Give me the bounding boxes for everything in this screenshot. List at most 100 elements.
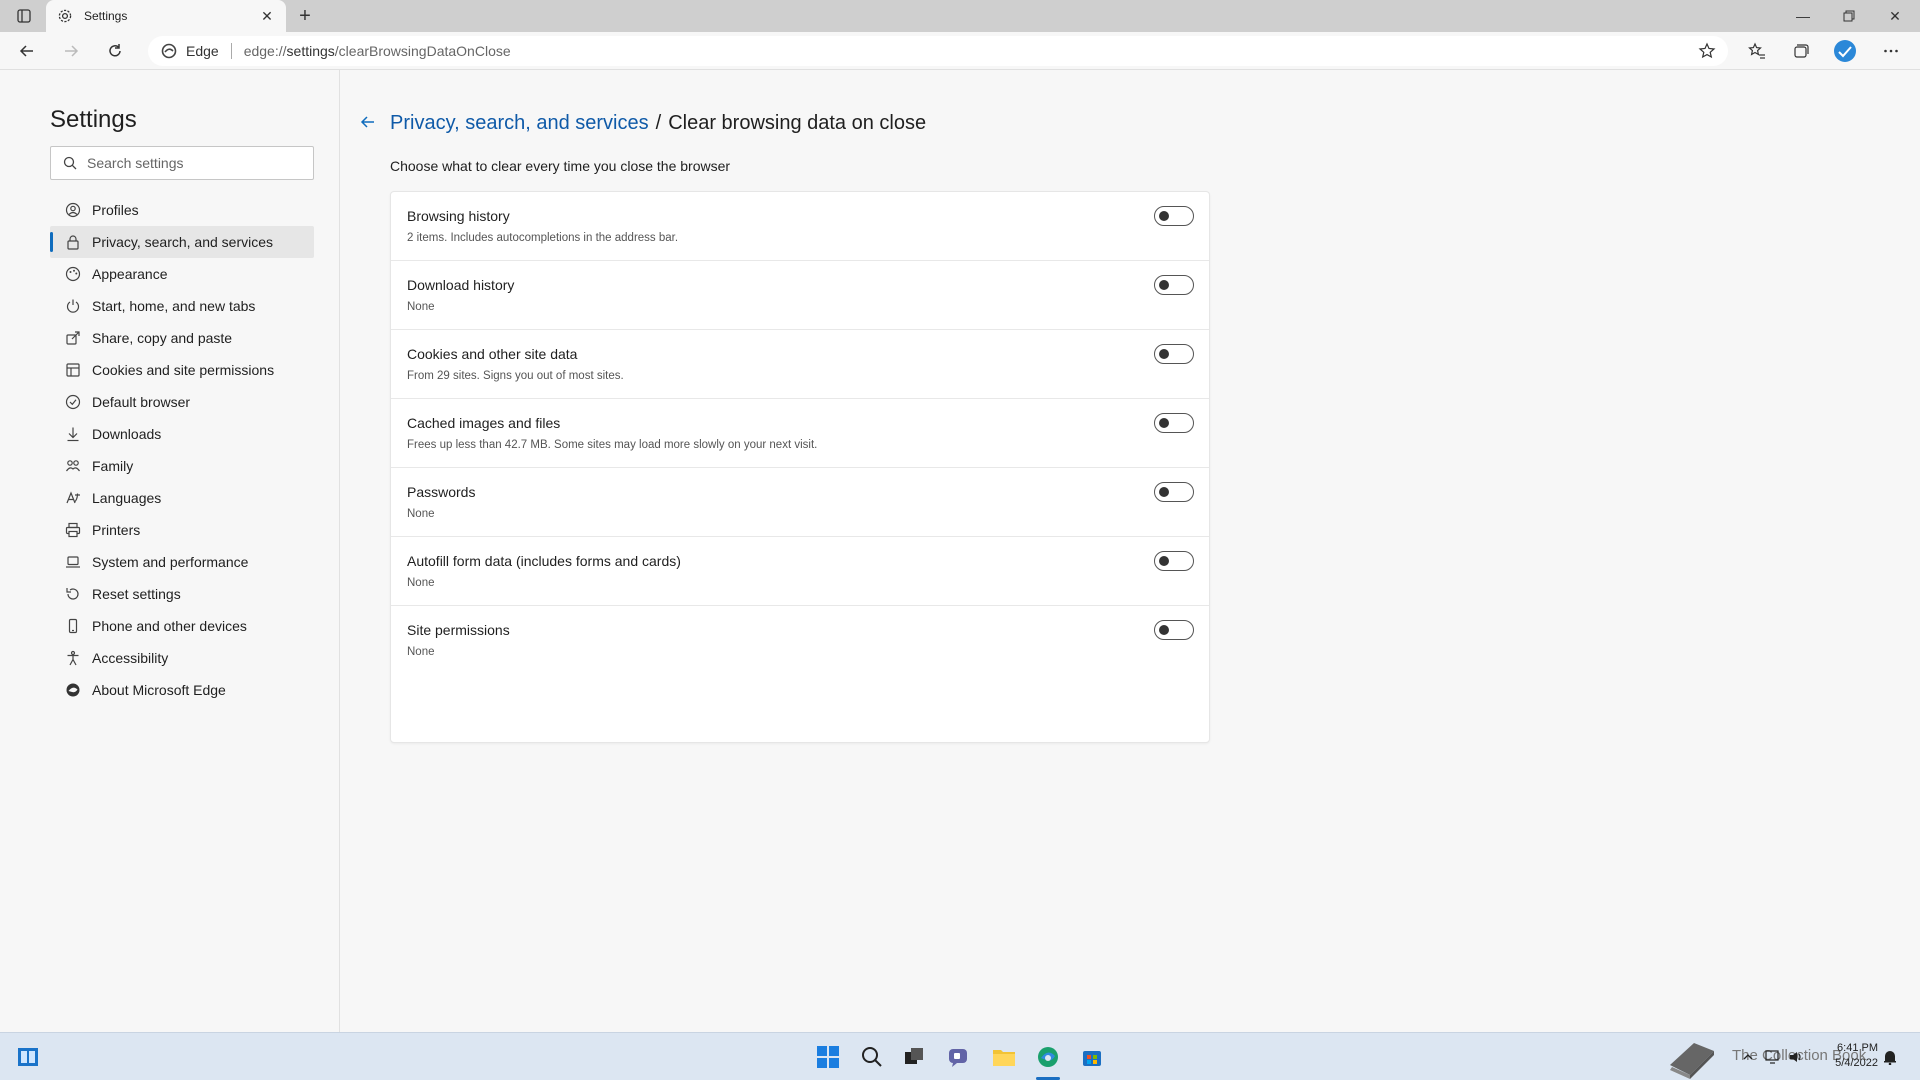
- task-view-button[interactable]: [900, 1043, 928, 1071]
- sidebar-item-label: Accessibility: [92, 650, 169, 666]
- toggle-knob: [1159, 211, 1169, 221]
- store-button[interactable]: [1078, 1043, 1106, 1071]
- notifications-button[interactable]: [1880, 1043, 1900, 1071]
- sidebar-item-label: Downloads: [92, 426, 162, 442]
- clock-date: 5/4/2022: [1835, 1057, 1878, 1069]
- chat-icon: [949, 1049, 967, 1067]
- taskbar-clock[interactable]: 6:41 PM 5/4/2022: [1835, 1041, 1878, 1071]
- start-button[interactable]: [814, 1043, 842, 1071]
- sidebar-item-label: Phone and other devices: [92, 618, 247, 634]
- collections-icon: [1794, 44, 1809, 58]
- sidebar-item-appearance[interactable]: Appearance: [50, 258, 314, 290]
- sidebar-item-accessibility[interactable]: Accessibility: [50, 642, 314, 674]
- sidebar-item-default-browser[interactable]: Default browser: [50, 386, 314, 418]
- sidebar-item-label: Share, copy and paste: [92, 330, 233, 346]
- restore-button[interactable]: [1826, 0, 1872, 32]
- widgets-button[interactable]: [14, 1043, 42, 1071]
- sidebar-item-privacy-search-and-services[interactable]: Privacy, search, and services: [50, 226, 314, 258]
- profile-button[interactable]: [1830, 37, 1860, 65]
- clear-option-row: Browsing history 2 items. Includes autoco…: [391, 192, 1209, 261]
- option-title: Autofill form data (includes forms and c…: [407, 553, 681, 569]
- breadcrumb-separator: /: [655, 112, 662, 134]
- option-toggle[interactable]: [1154, 275, 1194, 295]
- tab-settings[interactable]: Settings ✕: [46, 0, 286, 32]
- favorites-icon: [1748, 42, 1765, 59]
- option-description: Frees up less than 42.7 MB. Some sites m…: [407, 439, 818, 451]
- network-icon[interactable]: [1764, 1043, 1782, 1071]
- option-toggle[interactable]: [1154, 206, 1194, 226]
- close-window-button[interactable]: ✕: [1872, 0, 1918, 32]
- search-box[interactable]: [50, 146, 314, 180]
- arrow-right-icon: [65, 45, 79, 57]
- edge-taskbar-button[interactable]: [1034, 1043, 1062, 1071]
- minimize-button[interactable]: —: [1780, 0, 1826, 32]
- forward-button[interactable]: [56, 37, 86, 65]
- option-toggle[interactable]: [1154, 482, 1194, 502]
- browser-toolbar: Edge edge://settings/clearBrowsingDataOn…: [0, 32, 1920, 70]
- book-logo-icon: [1664, 1035, 1720, 1079]
- add-favorite-button[interactable]: [1696, 41, 1718, 61]
- option-description: None: [407, 301, 435, 313]
- refresh-button[interactable]: [100, 37, 130, 65]
- favorites-button[interactable]: [1742, 37, 1772, 65]
- sidebar-item-family[interactable]: Family: [50, 450, 314, 482]
- sidebar-item-reset-settings[interactable]: Reset settings: [50, 578, 314, 610]
- taskbar-search-button[interactable]: [858, 1043, 886, 1071]
- toggle-knob: [1159, 556, 1169, 566]
- bell-icon: [1884, 1051, 1896, 1065]
- sidebar-item-printers[interactable]: Printers: [50, 514, 314, 546]
- tray-chevron-up-icon[interactable]: [1740, 1043, 1756, 1071]
- sidebar-item-system-and-performance[interactable]: System and performance: [50, 546, 314, 578]
- family-icon: [64, 457, 82, 475]
- back-button[interactable]: [12, 37, 42, 65]
- sidebar-item-label: Profiles: [92, 202, 139, 218]
- profile-avatar-icon: [1834, 40, 1856, 62]
- sidebar-item-cookies-and-site-permissions[interactable]: Cookies and site permissions: [50, 354, 314, 386]
- edge-icon: [1038, 1047, 1058, 1067]
- clear-option-row: Download history None: [391, 261, 1209, 330]
- tab-actions-icon: [17, 9, 31, 23]
- sidebar-item-profiles[interactable]: Profiles: [50, 194, 314, 226]
- address-bar[interactable]: Edge edge://settings/clearBrowsingDataOn…: [148, 36, 1728, 66]
- taskbar: The Collection Book 6:41 PM 5/4/2022: [0, 1032, 1920, 1080]
- tab-actions-button[interactable]: [10, 6, 38, 26]
- option-description: None: [407, 508, 435, 520]
- store-icon: [1083, 1051, 1101, 1066]
- clock-time: 6:41 PM: [1837, 1042, 1878, 1054]
- search-icon: [862, 1047, 882, 1067]
- option-title: Cookies and other site data: [407, 346, 578, 362]
- close-tab-button[interactable]: ✕: [258, 7, 276, 25]
- sidebar-item-about-microsoft-edge[interactable]: About Microsoft Edge: [50, 674, 314, 706]
- collections-button[interactable]: [1786, 37, 1816, 65]
- option-toggle[interactable]: [1154, 620, 1194, 640]
- sidebar-item-share-copy-and-paste[interactable]: Share, copy and paste: [50, 322, 314, 354]
- clear-option-row: Autofill form data (includes forms and c…: [391, 537, 1209, 606]
- volume-icon[interactable]: [1788, 1043, 1806, 1071]
- option-title: Passwords: [407, 484, 476, 500]
- option-toggle[interactable]: [1154, 344, 1194, 364]
- clear-option-row: Site permissions None: [391, 606, 1209, 675]
- sidebar-item-downloads[interactable]: Downloads: [50, 418, 314, 450]
- toggle-knob: [1159, 625, 1169, 635]
- sidebar-item-phone-and-other-devices[interactable]: Phone and other devices: [50, 610, 314, 642]
- new-tab-button[interactable]: +: [292, 4, 318, 28]
- chat-button[interactable]: [944, 1043, 972, 1071]
- sidebar-item-languages[interactable]: Languages: [50, 482, 314, 514]
- sidebar-item-label: System and performance: [92, 554, 249, 570]
- option-toggle[interactable]: [1154, 413, 1194, 433]
- breadcrumb-parent-link[interactable]: Privacy, search, and services: [390, 112, 649, 135]
- search-input[interactable]: [87, 155, 307, 171]
- more-button[interactable]: [1876, 37, 1906, 65]
- appearance-icon: [64, 265, 82, 283]
- sidebar-item-start-home-and-new-tabs[interactable]: Start, home, and new tabs: [50, 290, 314, 322]
- back-to-privacy-button[interactable]: [356, 110, 380, 134]
- edge-icon: [160, 42, 178, 60]
- file-explorer-button[interactable]: [990, 1043, 1018, 1071]
- toggle-knob: [1159, 349, 1169, 359]
- option-description: 2 items. Includes autocompletions in the…: [407, 232, 679, 244]
- option-toggle[interactable]: [1154, 551, 1194, 571]
- windows-icon: [817, 1046, 839, 1068]
- clear-option-row: Cached images and files Frees up less tha…: [391, 399, 1209, 468]
- toggle-knob: [1159, 487, 1169, 497]
- profile-icon: [64, 201, 82, 219]
